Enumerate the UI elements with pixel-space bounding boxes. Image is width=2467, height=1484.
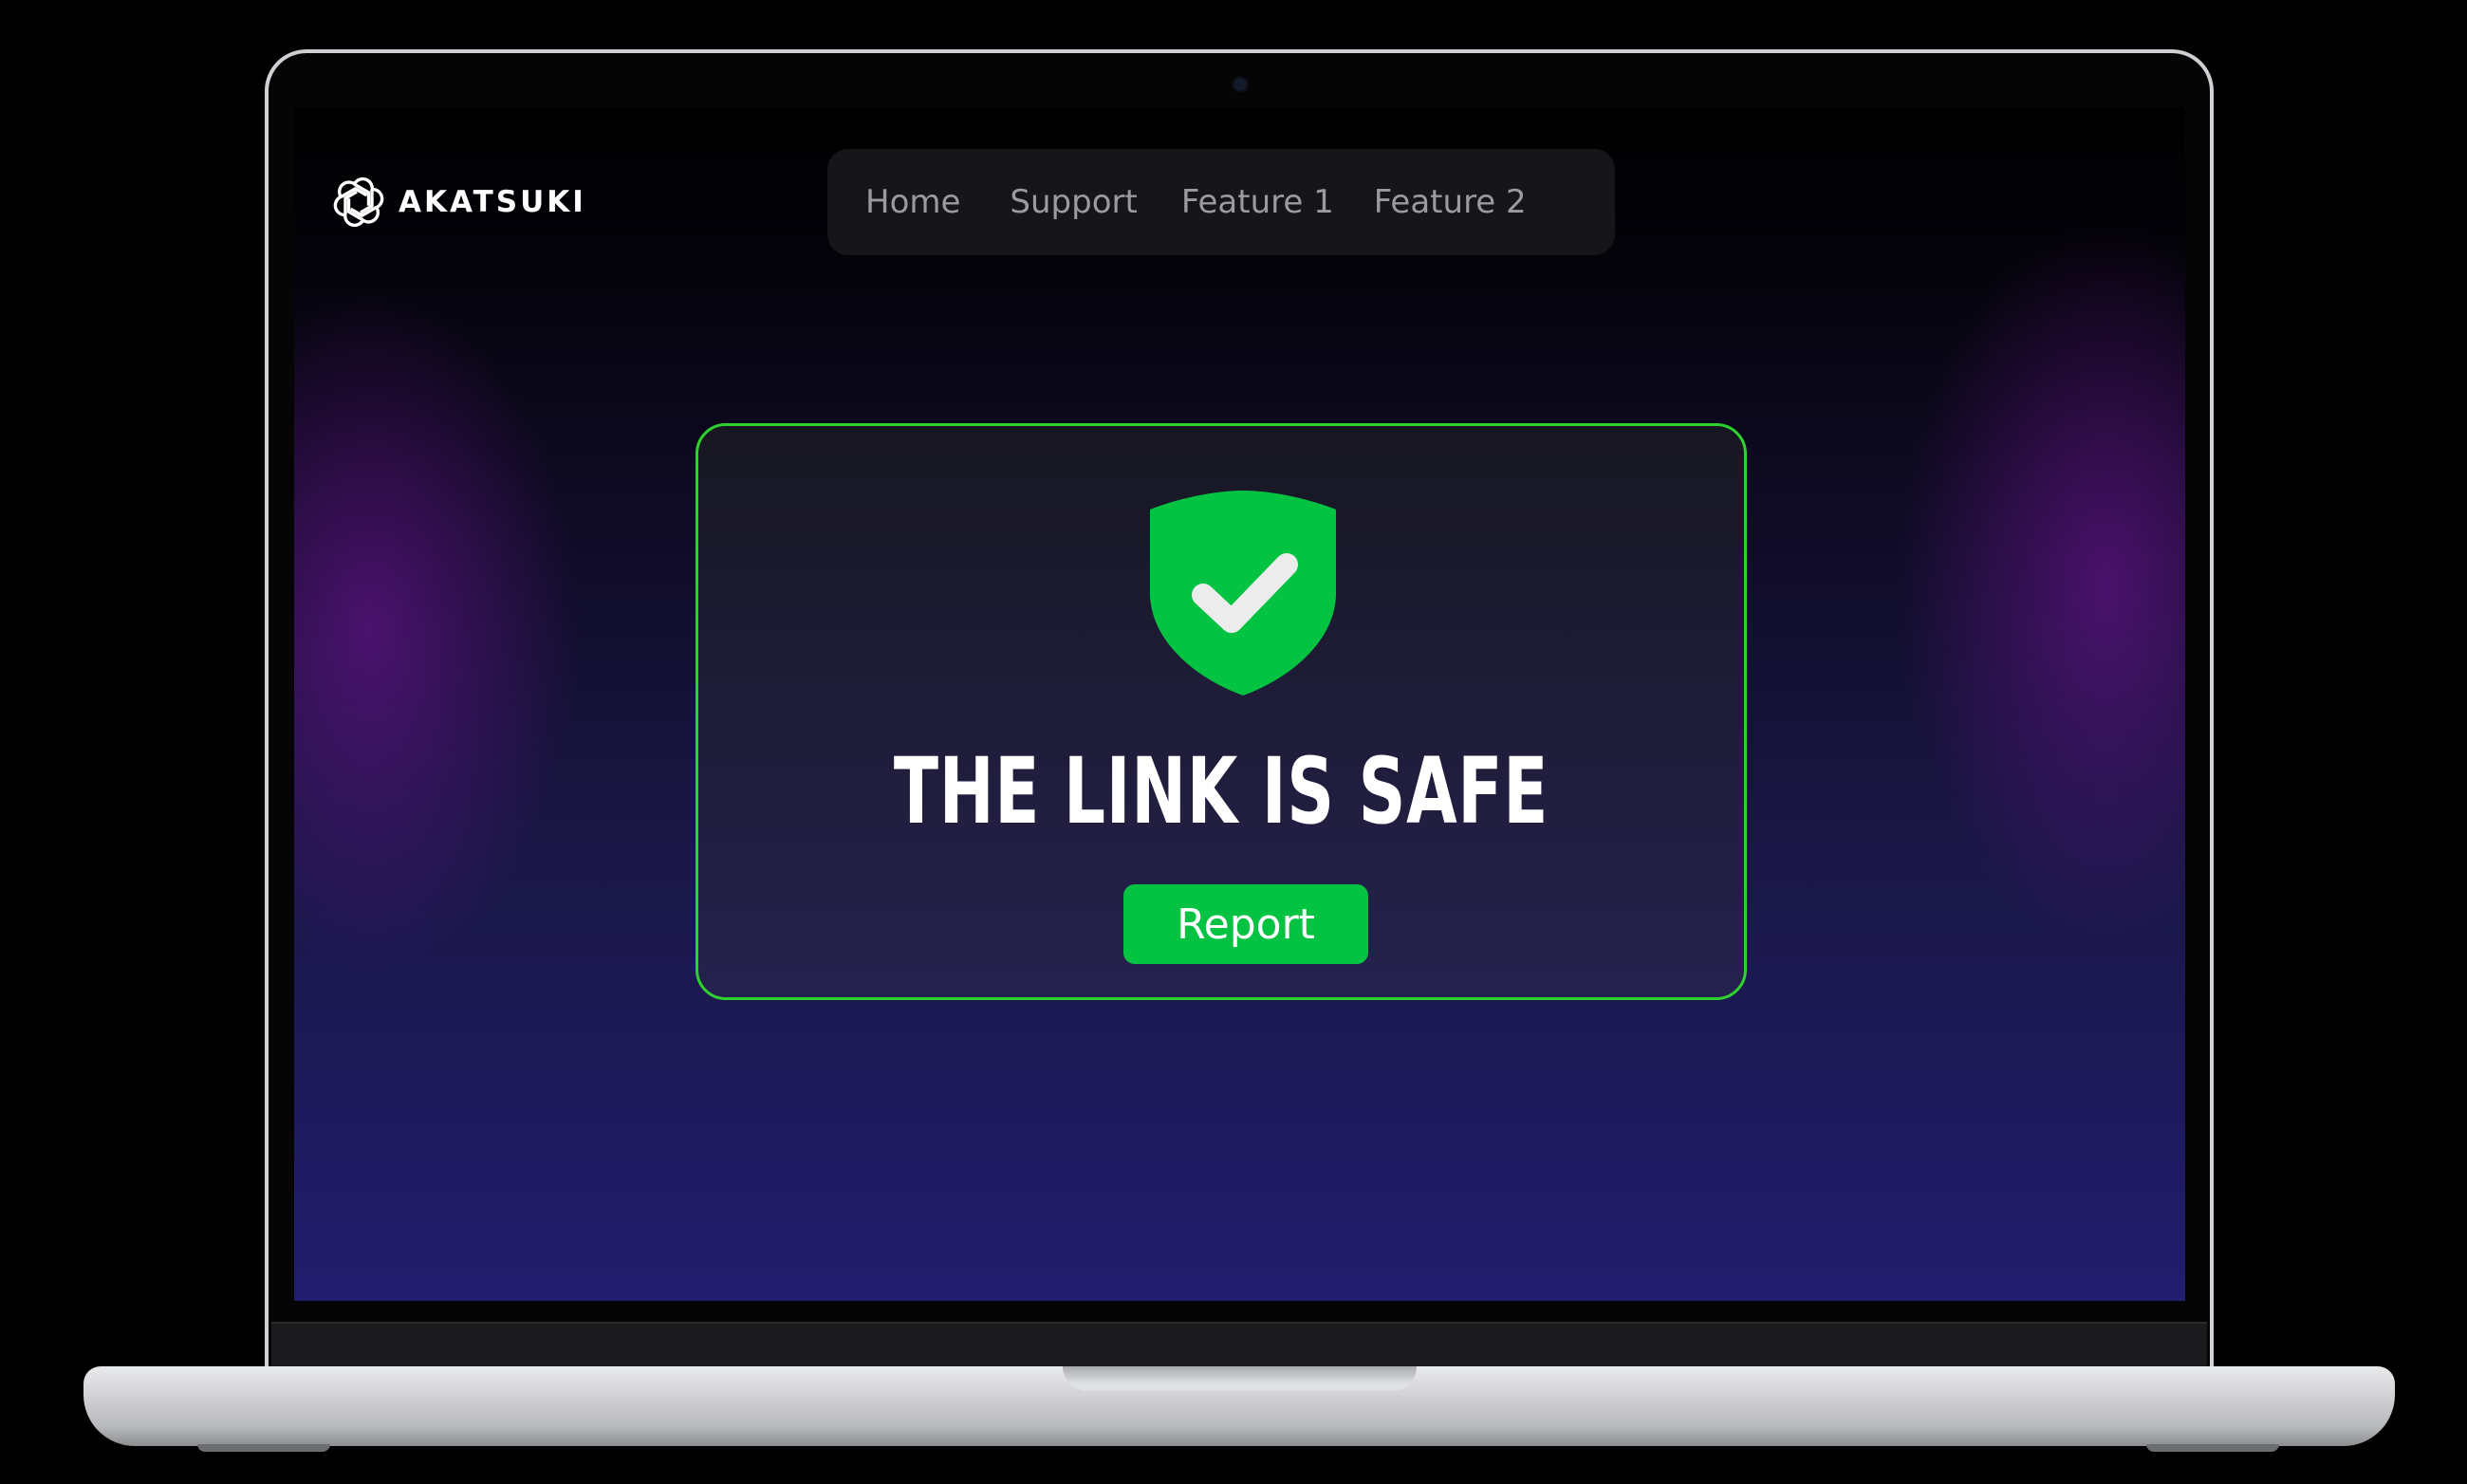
nav-feature-2[interactable]: Feature 2 <box>1374 183 1527 221</box>
knot-logo-icon <box>332 176 385 229</box>
nav-home[interactable]: Home <box>865 183 960 221</box>
shield-check-icon <box>1148 489 1338 697</box>
result-headline: THE LINK IS SAFE <box>893 738 1549 844</box>
screen-bottom-bezel <box>271 1322 2207 1371</box>
laptop-mockup: AKATSUKI Home Support Feature 1 Feature … <box>0 0 2467 1484</box>
scan-result-card: THE LINK IS SAFE Report <box>696 423 1747 1000</box>
report-button[interactable]: Report <box>1123 884 1368 964</box>
nav-support[interactable]: Support <box>1010 183 1137 221</box>
main-nav: Home Support Feature 1 Feature 2 <box>827 149 1615 255</box>
trackpad-notch <box>1063 1366 1417 1391</box>
brand-logo[interactable]: AKATSUKI <box>332 174 586 231</box>
browser-viewport: AKATSUKI Home Support Feature 1 Feature … <box>294 107 2185 1301</box>
brand-name: AKATSUKI <box>399 185 586 219</box>
laptop-foot-right <box>2146 1444 2279 1452</box>
webcam <box>1234 78 1247 91</box>
laptop-foot-left <box>197 1444 330 1452</box>
nav-feature-1[interactable]: Feature 1 <box>1181 183 1334 221</box>
